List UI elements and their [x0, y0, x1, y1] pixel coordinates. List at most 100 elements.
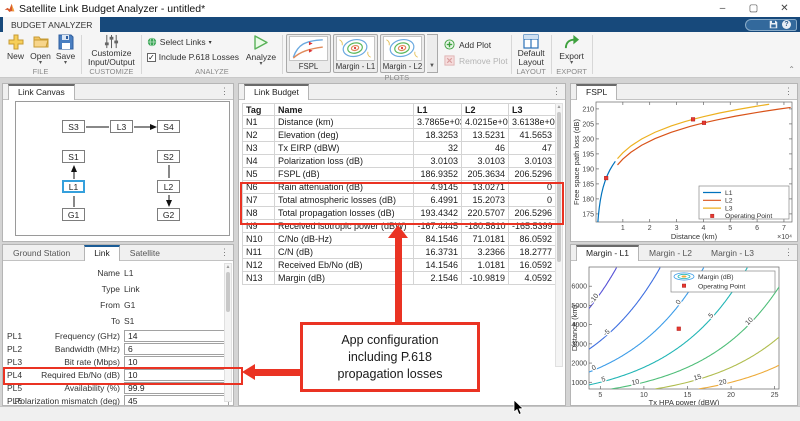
- field-input-pl5[interactable]: [124, 382, 229, 394]
- margin-contour-chart[interactable]: -10-500551010152051015202510002000300040…: [571, 261, 797, 405]
- link-canvas-diagram[interactable]: S3 L3 S4 S1 S2 L1 L2 G1 G2: [15, 101, 230, 236]
- analyze-button[interactable]: Analyze ▾: [243, 34, 279, 67]
- table-row-n1[interactable]: N1Distance (km)3.7865e+034.0215e+043.613…: [243, 116, 556, 129]
- tab-satellite[interactable]: Satellite: [121, 245, 169, 261]
- fspl-chart[interactable]: 1234567175180185190195200205210Distance …: [571, 100, 797, 241]
- cell-value-l1: -167.4445: [414, 220, 462, 233]
- canvas-node-S3[interactable]: S3: [62, 120, 85, 133]
- budget-scrollbar[interactable]: ▲: [555, 103, 563, 367]
- save-quick-icon[interactable]: [769, 20, 778, 29]
- svg-text:25: 25: [771, 392, 779, 399]
- default-layout-button[interactable]: Default Layout: [515, 34, 548, 67]
- fspl-legend[interactable]: L1L2L3Operating Point: [699, 186, 789, 220]
- save-dropdown-arrow[interactable]: ▾: [64, 61, 67, 66]
- table-row-n5[interactable]: N5FSPL (dB)186.9352205.3634206.5296: [243, 168, 556, 181]
- cell-name: Rain attenuation (dB): [275, 181, 414, 194]
- window-title: Satellite Link Budget Analyzer - untitle…: [19, 3, 205, 15]
- canvas-node-L2[interactable]: L2: [157, 180, 180, 193]
- new-button[interactable]: New: [3, 34, 28, 61]
- svg-text:20: 20: [727, 392, 735, 399]
- gallery-fspl-button[interactable]: FSPL: [286, 34, 331, 73]
- column-header-l3[interactable]: L3: [509, 104, 556, 116]
- tab-margin-l3[interactable]: Margin - L3: [702, 245, 763, 261]
- tab-margin-l2[interactable]: Margin - L2: [640, 245, 701, 261]
- column-header-name[interactable]: Name: [275, 104, 414, 116]
- table-row-n8[interactable]: N8Total propagation losses (dB)193.43422…: [243, 207, 556, 220]
- cell-value-l1: 3.0103: [414, 155, 462, 168]
- table-row-n3[interactable]: N3Tx EIRP (dBW)324647: [243, 142, 556, 155]
- open-button[interactable]: Open ▾: [28, 34, 53, 66]
- select-links-dropdown-arrow[interactable]: ▾: [209, 39, 212, 46]
- margin-panel: Margin - L1Margin - L2Margin - L3⋮ -10-5…: [570, 244, 798, 406]
- gallery-margin-l2-button[interactable]: Margin - L2: [380, 34, 425, 73]
- panel-menu-icon[interactable]: ⋮: [784, 247, 793, 258]
- panel-menu-icon[interactable]: ⋮: [220, 86, 229, 97]
- collapse-ribbon-icon[interactable]: ⌃: [788, 65, 795, 74]
- column-header-l1[interactable]: L1: [414, 104, 462, 116]
- properties-scrollbar[interactable]: ▲: [224, 263, 232, 402]
- cell-value-l3: 47: [509, 142, 556, 155]
- help-icon[interactable]: ?: [782, 20, 791, 29]
- tab-fspl[interactable]: FSPL: [576, 84, 617, 100]
- margin-legend[interactable]: Margin (dB)Operating Point: [671, 271, 775, 292]
- sliders-icon: [104, 34, 119, 49]
- canvas-node-L1[interactable]: L1: [62, 180, 85, 193]
- table-row-n2[interactable]: N2Elevation (deg)18.325313.523141.5653: [243, 129, 556, 142]
- tab-margin-l1[interactable]: Margin - L1: [576, 245, 639, 261]
- canvas-node-S4[interactable]: S4: [157, 120, 180, 133]
- gallery-margin-l1-button[interactable]: Margin - L1: [333, 34, 378, 73]
- panel-menu-icon[interactable]: ⋮: [552, 86, 561, 97]
- save-button[interactable]: Save ▾: [53, 34, 78, 66]
- maximize-button[interactable]: ▢: [738, 0, 769, 17]
- scrollbar-thumb[interactable]: [557, 112, 561, 262]
- table-row-n7[interactable]: N7Total atmospheric losses (dB)6.499115.…: [243, 194, 556, 207]
- y-axis-label: Free space path loss (dB): [572, 119, 581, 205]
- property-field-row-pl3: PL3Bit rate (Mbps): [3, 356, 227, 369]
- column-header-tag[interactable]: Tag: [243, 104, 275, 116]
- panel-menu-icon[interactable]: ⋮: [220, 247, 229, 258]
- tab-ground-station[interactable]: Ground Station: [4, 245, 79, 261]
- field-input-pl3[interactable]: [124, 356, 229, 368]
- add-plot-button[interactable]: Add Plot: [444, 39, 508, 50]
- export-dropdown-arrow[interactable]: ▾: [570, 61, 573, 66]
- field-input-pl2[interactable]: [124, 343, 229, 355]
- export-button[interactable]: Export ▾: [555, 34, 589, 66]
- property-label: Type: [3, 284, 120, 294]
- separator: [592, 35, 593, 74]
- minimize-button[interactable]: –: [707, 0, 738, 17]
- annotation-line: App configuration: [303, 332, 477, 349]
- group-layout: Default Layout LAYOUT: [515, 32, 548, 77]
- tab-link[interactable]: Link: [84, 245, 120, 261]
- field-input-pl6[interactable]: [124, 395, 229, 406]
- svg-text:190: 190: [582, 166, 594, 173]
- open-dropdown-arrow[interactable]: ▾: [39, 61, 42, 66]
- annotation-arrow-up-head: [388, 225, 408, 238]
- gallery-dropdown-button[interactable]: ▼: [427, 34, 438, 73]
- cell-tag: N6: [243, 181, 275, 194]
- remove-plot-button: Remove Plot: [444, 55, 508, 66]
- select-links-button[interactable]: Select Links▾: [147, 37, 239, 47]
- canvas-node-S2[interactable]: S2: [157, 150, 180, 163]
- field-input-pl1[interactable]: [124, 330, 229, 342]
- canvas-node-G1[interactable]: G1: [62, 208, 85, 221]
- canvas-node-S1[interactable]: S1: [62, 150, 85, 163]
- panel-menu-icon[interactable]: ⋮: [784, 86, 793, 97]
- canvas-node-G2[interactable]: G2: [157, 208, 180, 221]
- cell-value-l1: 4.9145: [414, 181, 462, 194]
- ribbon-toolbar: New Open ▾ Save ▾ FILE Customize Input/O…: [0, 32, 800, 78]
- tab-link-canvas[interactable]: Link Canvas: [8, 84, 75, 100]
- canvas-node-L3[interactable]: L3: [110, 120, 133, 133]
- include-p618-checkbox-row[interactable]: ✓ Include P.618 Losses: [147, 52, 239, 62]
- include-p618-checkbox[interactable]: ✓: [147, 53, 156, 62]
- table-row-n4[interactable]: N4Polarization loss (dB)3.01033.01033.01…: [243, 155, 556, 168]
- close-button[interactable]: ✕: [769, 0, 800, 17]
- table-row-n6[interactable]: N6Rain attenuation (dB)4.914513.02710: [243, 181, 556, 194]
- cell-value-l1: 16.3731: [414, 246, 462, 259]
- customize-input-output-button[interactable]: Customize Input/Output: [85, 34, 138, 67]
- operating-point-marker: [702, 121, 706, 125]
- field-input-pl4[interactable]: [124, 369, 229, 381]
- tab-budget-analyzer[interactable]: BUDGET ANALYZER: [3, 17, 100, 32]
- column-header-l2[interactable]: L2: [462, 104, 509, 116]
- scrollbar-thumb[interactable]: [226, 272, 230, 312]
- tab-link-budget[interactable]: Link Budget: [244, 84, 309, 100]
